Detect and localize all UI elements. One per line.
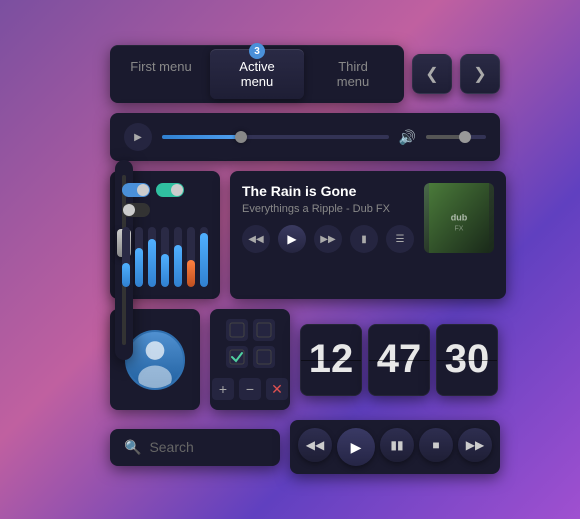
- eq-bar-2: [135, 227, 143, 287]
- tab-active[interactable]: 3 Active menu: [210, 49, 304, 99]
- middle-row: The Rain is Gone Everythings a Ripple - …: [110, 171, 500, 299]
- toggle-knob-3: [123, 204, 135, 216]
- tab-third[interactable]: Third menu: [306, 49, 400, 99]
- volume-bar[interactable]: [426, 135, 486, 139]
- toggle-3[interactable]: [122, 203, 150, 217]
- media-play-btn[interactable]: ▶: [337, 428, 375, 466]
- checkbox-1[interactable]: [226, 319, 248, 341]
- volume-thumb[interactable]: [459, 131, 471, 143]
- music-info: The Rain is Gone Everythings a Ripple - …: [242, 183, 414, 253]
- media-next-btn[interactable]: ▶▶: [458, 428, 492, 462]
- mini-play-button[interactable]: ▶: [124, 123, 152, 151]
- checkbox-panel: + − ✕: [210, 309, 290, 410]
- eq-toggles: [122, 183, 208, 217]
- eq-bar-7: [200, 227, 208, 287]
- toggle-2[interactable]: [156, 183, 184, 197]
- progress-bar[interactable]: [162, 135, 389, 139]
- svg-text:FX: FX: [455, 226, 464, 233]
- music-panel: The Rain is Gone Everythings a Ripple - …: [230, 171, 506, 299]
- search-media-row: 🔍 Search ◀◀ ▶ ▮▮ ■ ▶▶: [110, 420, 500, 474]
- search-placeholder: Search: [149, 439, 193, 455]
- checkbox-grid: [226, 319, 275, 368]
- eq-bar-4: [161, 227, 169, 287]
- menu-btn[interactable]: ☰: [386, 225, 414, 253]
- media-stop-btn[interactable]: ■: [419, 428, 453, 462]
- svg-text:dub: dub: [451, 213, 468, 223]
- checkbox-2[interactable]: [253, 319, 275, 341]
- forward-btn[interactable]: ▶▶: [314, 225, 342, 253]
- toggle-row-2: [122, 203, 208, 217]
- clock-minutes: 47: [368, 324, 430, 396]
- tab-row: First menu 3 Active menu Third menu ❮ ❯: [110, 45, 500, 103]
- media-controls: ◀◀ ▶ ▮▮ ■ ▶▶: [290, 420, 500, 474]
- player-row: ▶ 🔊: [110, 113, 500, 161]
- avatar: [125, 330, 185, 390]
- toggle-knob-2: [171, 184, 183, 196]
- checkbox-4[interactable]: [253, 346, 275, 368]
- play-btn[interactable]: ▶: [278, 225, 306, 253]
- tab-group: First menu 3 Active menu Third menu: [110, 45, 404, 103]
- music-top: The Rain is Gone Everythings a Ripple - …: [242, 183, 494, 253]
- toggle-knob-1: [137, 184, 149, 196]
- eq-bar-1: [122, 227, 130, 287]
- next-button[interactable]: ❯: [460, 54, 500, 94]
- delete-button[interactable]: ✕: [266, 378, 288, 400]
- progress-thumb[interactable]: [235, 131, 247, 143]
- music-controls: ◀◀ ▶ ▶▶ ▮ ☰: [242, 225, 414, 253]
- tab-badge: 3: [249, 43, 265, 59]
- music-title: The Rain is Gone: [242, 183, 414, 199]
- search-box[interactable]: 🔍 Search: [110, 429, 280, 466]
- eq-bar-6: [187, 227, 195, 287]
- tab-first[interactable]: First menu: [114, 49, 208, 99]
- eq-panel: [110, 171, 220, 299]
- eq-bar-3: [148, 227, 156, 287]
- checkbox-3[interactable]: [226, 346, 248, 368]
- bottom-row: + − ✕ 12 47 30: [110, 309, 500, 410]
- volume-btn[interactable]: ▮: [350, 225, 378, 253]
- clock-hours: 12: [300, 324, 362, 396]
- volume-icon: 🔊: [399, 129, 416, 146]
- eq-bars: [122, 227, 208, 287]
- add-button[interactable]: +: [212, 378, 234, 400]
- toggle-row-1: [122, 183, 208, 197]
- rewind-btn[interactable]: ◀◀: [242, 225, 270, 253]
- toggle-1[interactable]: [122, 183, 150, 197]
- search-icon: 🔍: [124, 439, 141, 456]
- minus-button[interactable]: −: [239, 378, 261, 400]
- media-prev-btn[interactable]: ◀◀: [298, 428, 332, 462]
- album-art: dub FX: [424, 183, 494, 253]
- flip-clock: 12 47 30: [300, 309, 498, 410]
- music-artist: Everythings a Ripple - Dub FX: [242, 203, 414, 215]
- eq-bar-5: [174, 227, 182, 287]
- prev-button[interactable]: ❮: [412, 54, 452, 94]
- media-pause-btn[interactable]: ▮▮: [380, 428, 414, 462]
- cb-actions: + − ✕: [212, 378, 288, 400]
- clock-seconds: 30: [436, 324, 498, 396]
- progress-fill: [162, 135, 241, 139]
